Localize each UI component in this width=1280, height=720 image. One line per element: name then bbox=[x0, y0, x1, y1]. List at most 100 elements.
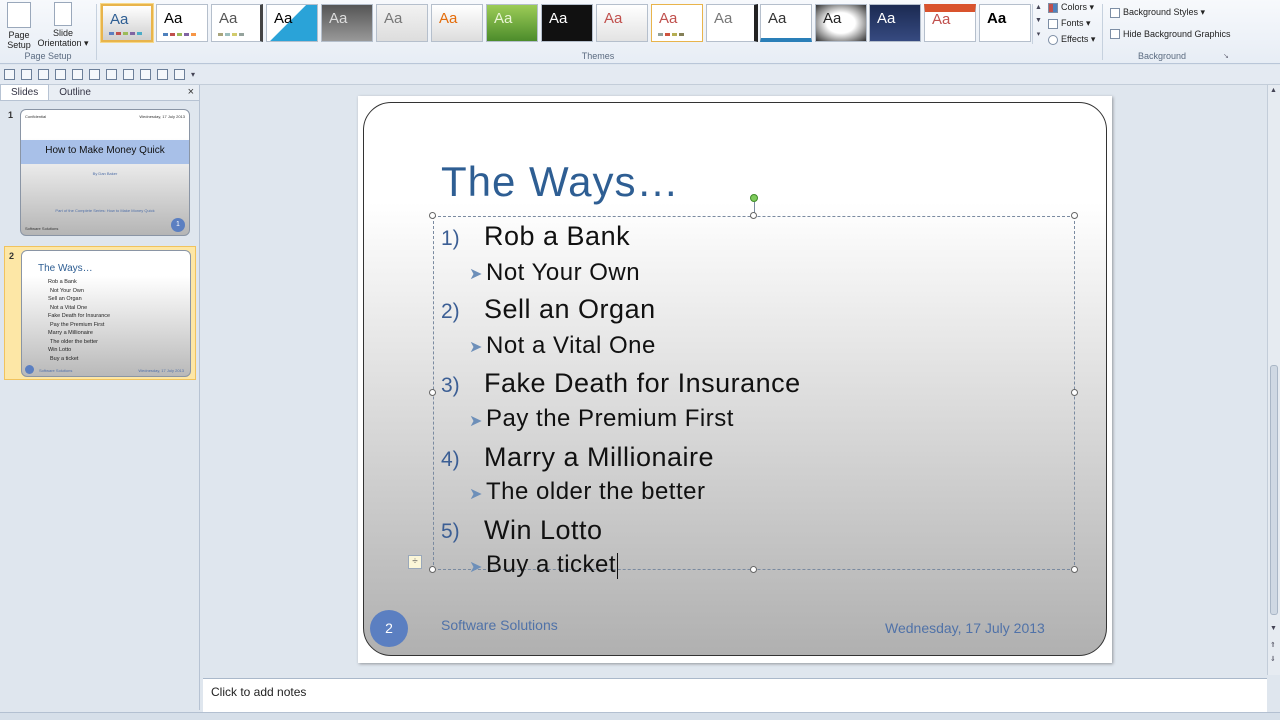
list-item[interactable]: Sell an Organ bbox=[484, 294, 656, 325]
redo-icon[interactable] bbox=[38, 69, 49, 80]
notes-pane[interactable]: Click to add notes bbox=[203, 678, 1267, 712]
theme-tile-equity[interactable]: Aa bbox=[924, 4, 976, 42]
theme-aa: Aa bbox=[714, 10, 733, 27]
gallery-down-icon[interactable]: ▼ bbox=[1033, 17, 1044, 30]
thumb2-line: The older the better bbox=[50, 338, 99, 345]
colors-button[interactable]: Colors ▾ bbox=[1048, 2, 1094, 13]
dialog-launcher-icon[interactable]: ↘ bbox=[1223, 52, 1229, 60]
theme-tile-civic[interactable]: Aa bbox=[596, 4, 648, 42]
list-item[interactable]: Marry a Millionaire bbox=[484, 442, 714, 473]
slide-footer[interactable]: Software Solutions bbox=[441, 617, 558, 633]
arrow-bullet-icon: ➤ bbox=[469, 486, 483, 503]
list-item[interactable]: Win Lotto bbox=[484, 515, 603, 546]
page-setup-button[interactable]: Page Setup bbox=[4, 2, 34, 50]
open-icon[interactable] bbox=[72, 69, 83, 80]
resize-handle[interactable] bbox=[1071, 212, 1078, 219]
theme-tile-black-tie[interactable]: Aa bbox=[541, 4, 593, 42]
gallery-more-icon[interactable]: ▾ bbox=[1033, 30, 1044, 43]
arrow-bullet-icon: ➤ bbox=[469, 559, 483, 576]
theme-tile-couture[interactable]: Aa bbox=[815, 4, 867, 42]
effects-button[interactable]: Effects ▾ bbox=[1048, 34, 1095, 45]
slide-thumbnail-1[interactable]: 1 Confidential Wednesday, 17 July 2013 H… bbox=[4, 106, 196, 240]
theme-tile-apothecary[interactable]: Aa bbox=[376, 4, 428, 42]
resize-handle[interactable] bbox=[429, 389, 436, 396]
background-styles-icon bbox=[1110, 7, 1120, 18]
slide-thumbnail-2[interactable]: 2 The Ways… Rob a Bank Not Your Own Sell… bbox=[4, 246, 196, 380]
theme-tile-apex[interactable]: Aa bbox=[321, 4, 373, 42]
refresh-icon[interactable] bbox=[174, 69, 185, 80]
close-icon[interactable]: × bbox=[188, 86, 194, 98]
sub-list-item[interactable]: The older the better bbox=[486, 478, 705, 506]
new-icon[interactable] bbox=[55, 69, 66, 80]
colors-icon bbox=[1048, 2, 1058, 13]
slide-orientation-button[interactable]: Slide Orientation ▾ bbox=[36, 2, 90, 48]
fonts-button[interactable]: Fonts ▾ bbox=[1048, 18, 1091, 29]
thumbnail-number: 2 bbox=[9, 251, 15, 261]
resize-handle[interactable] bbox=[750, 212, 757, 219]
folder-icon[interactable] bbox=[89, 69, 100, 80]
slide-number-badge: 2 bbox=[370, 610, 408, 647]
rotation-handle[interactable] bbox=[750, 194, 758, 202]
scroll-down-icon[interactable]: ▼ bbox=[1270, 625, 1277, 632]
sub-list-item[interactable]: Buy a ticket bbox=[486, 551, 619, 579]
theme-gallery-scroll[interactable]: ▲ ▼ ▾ bbox=[1032, 4, 1044, 44]
resize-handle[interactable] bbox=[429, 566, 436, 573]
theme-tile-elemental[interactable]: Aa bbox=[869, 4, 921, 42]
thumb2-line: Win Lotto bbox=[48, 347, 72, 353]
background-styles-button[interactable]: Background Styles ▾ bbox=[1110, 7, 1205, 18]
scrollbar-thumb[interactable] bbox=[1270, 365, 1278, 615]
print-preview-icon[interactable] bbox=[140, 69, 151, 80]
spelling-icon[interactable] bbox=[157, 69, 168, 80]
scroll-up-icon[interactable]: ▲ bbox=[1270, 87, 1277, 94]
list-number: 5) bbox=[441, 520, 460, 543]
hide-background-graphics-label: Hide Background Graphics bbox=[1123, 29, 1231, 39]
slide-date[interactable]: Wednesday, 17 July 2013 bbox=[885, 620, 1045, 636]
theme-tile-aspect[interactable]: Aa bbox=[431, 4, 483, 42]
customize-toolbar-icon[interactable]: ▾ bbox=[191, 70, 195, 79]
slide-orientation-label: Slide Orientation ▾ bbox=[37, 28, 89, 48]
undo-icon[interactable] bbox=[21, 69, 32, 80]
thumb2-footer: Software Solutions bbox=[39, 368, 73, 373]
save-icon[interactable] bbox=[4, 69, 15, 80]
list-item[interactable]: Rob a Bank bbox=[484, 221, 630, 252]
sub-list-item[interactable]: Pay the Premium First bbox=[486, 405, 734, 433]
page-setup-group-label: Page Setup bbox=[24, 51, 72, 61]
ribbon: Page Setup Slide Orientation ▾ Page Setu… bbox=[0, 0, 1280, 64]
theme-tile-essential[interactable]: Aa bbox=[979, 4, 1031, 42]
thumb1-number-badge: 1 bbox=[171, 218, 185, 232]
theme-aa: Aa bbox=[439, 10, 458, 27]
list-item[interactable]: Fake Death for Insurance bbox=[484, 368, 801, 399]
theme-tile-austin[interactable]: Aa bbox=[486, 4, 538, 42]
theme-tile-clarity[interactable]: Aa bbox=[651, 4, 703, 42]
theme-tile-concourse[interactable]: Aa bbox=[760, 4, 812, 42]
theme-tile-office[interactable]: Aa bbox=[156, 4, 208, 42]
theme-tile-adjacency[interactable]: Aa bbox=[211, 4, 263, 42]
sub-list-item[interactable]: Not Your Own bbox=[486, 259, 640, 287]
tab-slides[interactable]: Slides bbox=[0, 84, 50, 100]
slide-title[interactable]: The Ways… bbox=[441, 158, 679, 206]
resize-handle[interactable] bbox=[1071, 566, 1078, 573]
print-icon[interactable] bbox=[123, 69, 134, 80]
thumb1-top-left: Confidential bbox=[25, 114, 47, 119]
autofit-options-icon[interactable]: ÷ bbox=[408, 555, 422, 569]
resize-handle[interactable] bbox=[1071, 389, 1078, 396]
next-slide-icon[interactable]: ⇓ bbox=[1270, 655, 1276, 663]
group-separator bbox=[1102, 4, 1103, 60]
gallery-up-icon[interactable]: ▲ bbox=[1033, 4, 1044, 17]
resize-handle[interactable] bbox=[429, 212, 436, 219]
hide-background-graphics-checkbox[interactable]: Hide Background Graphics bbox=[1110, 29, 1231, 39]
theme-tile-current[interactable]: Aa bbox=[101, 4, 153, 42]
theme-aa: Aa bbox=[110, 11, 129, 28]
list-number: 4) bbox=[441, 448, 460, 471]
resize-handle[interactable] bbox=[750, 566, 757, 573]
theme-tile-angles[interactable]: Aa bbox=[266, 4, 318, 42]
theme-aa: Aa bbox=[384, 10, 403, 27]
theme-tile-composite[interactable]: Aa bbox=[706, 4, 758, 42]
tab-outline[interactable]: Outline bbox=[49, 85, 101, 100]
list-number: 2) bbox=[441, 300, 460, 323]
arrow-bullet-icon: ➤ bbox=[469, 339, 483, 356]
sub-list-item[interactable]: Not a Vital One bbox=[486, 332, 656, 360]
email-icon[interactable] bbox=[106, 69, 117, 80]
previous-slide-icon[interactable]: ⇑ bbox=[1270, 641, 1276, 649]
vertical-scrollbar[interactable]: ▲ ▼ ⇑ ⇓ bbox=[1267, 85, 1280, 675]
